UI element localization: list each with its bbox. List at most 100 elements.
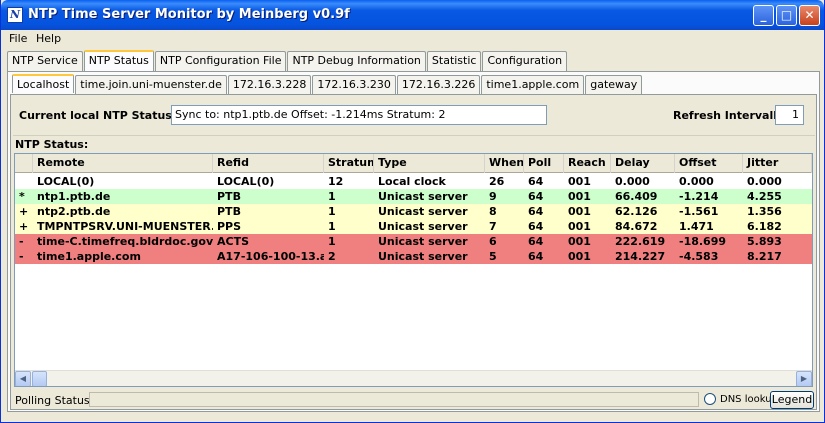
table-row[interactable]: - time-C.timefreq.bldrdoc.gov ACTS 1 Unicast… [15,234,812,249]
column-header-refid[interactable]: Refid [213,154,324,173]
table-row[interactable]: LOCAL(0) LOCAL(0) 12 Local clock 26 64 001 0.00… [15,174,812,189]
cell-type: Unicast server [378,205,468,218]
cell-delay: 222.619 [615,235,666,248]
tab-ntp-status[interactable]: NTP Status [83,50,154,71]
menu-bar: File Help [1,30,824,48]
cell-poll: 64 [528,205,544,218]
cell-reach: 001 [568,175,591,188]
maximize-button[interactable]: □ [776,5,797,26]
cell-poll: 64 [528,190,544,203]
column-header-jitter[interactable]: Jitter [743,154,812,173]
table-row[interactable]: - time1.apple.com A17-106-100-13.ap 2 Unicas… [15,249,812,264]
polling-status-field [89,392,699,407]
scroll-thumb[interactable] [32,371,47,386]
cell-delay: 84.672 [615,220,658,233]
polling-status-label: Polling Status: [15,394,94,407]
cell-flag: + [19,220,29,233]
cell-refid: A17-106-100-13.ap [217,250,324,263]
column-header-when[interactable]: When [485,154,524,173]
cell-reach: 001 [568,250,591,263]
cell-flag: * [19,190,25,203]
legend-button[interactable]: Legend [770,391,814,409]
column-header-offset[interactable]: Offset [675,154,743,173]
cell-remote: LOCAL(0) [37,175,95,188]
menu-help[interactable]: Help [36,32,61,45]
host-tab-localhost[interactable]: Localhost [12,74,75,93]
refresh-interval-label: Refresh Intervall: [673,109,782,122]
column-header-type[interactable]: Type [374,154,485,173]
column-header-delay[interactable]: Delay [611,154,675,173]
cell-remote: TMPNTPSRV.UNI-MUENSTER. [37,220,213,233]
refresh-interval-input[interactable]: 1 [775,105,804,125]
cell-type: Unicast server [378,250,468,263]
host-tab-172-16-3-226[interactable]: 172.16.3.226 [396,75,481,94]
cell-type: Unicast server [378,220,468,233]
ntp-status-panel: Localhost time.join.uni-muenster.de 172.… [7,71,820,412]
close-button[interactable]: ✕ [799,5,820,26]
cell-type: Unicast server [378,190,468,203]
cell-delay: 62.126 [615,205,658,218]
ntp-status-group-label: NTP Status: [15,138,89,151]
table-row[interactable]: + TMPNTPSRV.UNI-MUENSTER. PPS 1 Unicast serv… [15,219,812,234]
cell-poll: 64 [528,220,544,233]
current-status-field: Sync to: ntp1.ptb.de Offset: -1.214ms St… [171,105,547,125]
cell-reach: 001 [568,220,591,233]
cell-stratum: 1 [328,205,336,218]
cell-jitter: 0.000 [747,175,782,188]
minimize-button[interactable]: _ [753,5,774,26]
column-header-remote[interactable]: Remote [33,154,213,173]
cell-poll: 64 [528,250,544,263]
header-flag-cell [15,154,33,173]
cell-stratum: 12 [328,175,344,188]
cell-type: Unicast server [378,235,468,248]
cell-reach: 001 [568,205,591,218]
cell-refid: PTB [217,205,241,218]
cell-delay: 66.409 [615,190,658,203]
cell-refid: PPS [217,220,242,233]
column-header-stratum[interactable]: Stratum [324,154,374,173]
title-bar[interactable]: N NTP Time Server Monitor by Meinberg v0… [1,0,824,30]
scroll-left-icon[interactable]: ◀ [15,371,31,386]
column-header-reach[interactable]: Reach [564,154,611,173]
cell-jitter: 1.356 [747,205,782,218]
cell-stratum: 1 [328,190,336,203]
cell-when: 6 [489,235,497,248]
peer-grid[interactable]: Remote Refid Stratum Type When Poll Reach Delay… [14,153,813,387]
tab-ntp-debug-information[interactable]: NTP Debug Information [287,51,426,71]
cell-flag: - [19,250,24,263]
tab-ntp-service[interactable]: NTP Service [7,51,83,71]
host-tab-time-join[interactable]: time.join.uni-muenster.de [75,75,227,94]
cell-reach: 001 [568,235,591,248]
host-tab-gateway[interactable]: gateway [585,75,643,94]
cell-jitter: 4.255 [747,190,782,203]
cell-offset: -1.561 [679,205,719,218]
cell-offset: -18.699 [679,235,727,248]
dns-lookup-radio[interactable] [704,393,716,405]
cell-stratum: 2 [328,250,336,263]
host-tab-172-16-3-230[interactable]: 172.16.3.230 [312,75,396,94]
main-tab-strip: NTP Service NTP Status NTP Configuration… [7,50,568,71]
table-row[interactable]: * ntp1.ptb.de PTB 1 Unicast server 9 64 001 66.4… [15,189,812,204]
tab-configuration[interactable]: Configuration [482,51,568,71]
cell-refid: ACTS [217,235,250,248]
cell-offset: -4.583 [679,250,719,263]
polling-status-bar: Polling Status: DNS lookup Legend [13,391,815,409]
cell-remote: ntp1.ptb.de [37,190,111,203]
meinberg-app-icon[interactable]: N [7,7,23,23]
scroll-right-icon[interactable]: ▶ [796,371,812,386]
column-header-poll[interactable]: Poll [524,154,564,173]
tab-ntp-configuration-file[interactable]: NTP Configuration File [154,51,287,71]
cell-jitter: 8.217 [747,250,782,263]
host-tab-time1-apple[interactable]: time1.apple.com [481,75,585,94]
tab-statistic[interactable]: Statistic [426,51,482,71]
cell-flag: + [19,205,29,218]
cell-flag: - [19,235,24,248]
cell-stratum: 1 [328,220,336,233]
host-tab-172-16-3-228[interactable]: 172.16.3.228 [227,75,312,94]
menu-file[interactable]: File [9,32,27,45]
cell-when: 9 [489,190,497,203]
cell-offset: 1.471 [679,220,714,233]
horizontal-scrollbar[interactable]: ◀ ▶ [15,370,812,386]
table-row[interactable]: + ntp2.ptb.de PTB 1 Unicast server 8 64 001 62.1… [15,204,812,219]
cell-jitter: 6.182 [747,220,782,233]
